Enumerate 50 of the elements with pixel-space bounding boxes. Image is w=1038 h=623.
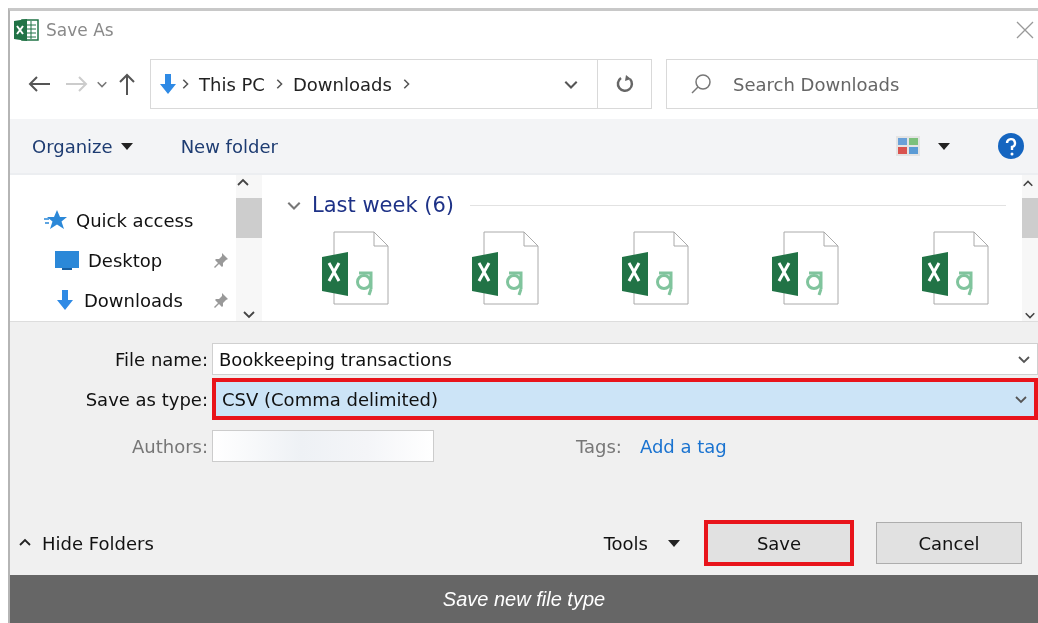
search-icon	[690, 73, 712, 95]
search-field[interactable]: Search Downloads	[666, 59, 1038, 109]
spreadsheet-app-icon	[14, 18, 40, 42]
scrollbar[interactable]	[236, 175, 262, 321]
dialog-button[interactable]: Cancel	[876, 522, 1022, 564]
navigation-item[interactable]: Quick access	[10, 207, 236, 233]
address-bar[interactable]: This PC Downloads	[150, 59, 598, 109]
close-icon[interactable]	[1016, 21, 1034, 39]
spreadsheet-file-icon	[920, 231, 990, 305]
window-title: Save As	[46, 20, 115, 40]
pin-icon	[212, 251, 230, 269]
navigation-item[interactable]: Desktop	[10, 247, 236, 273]
hide-folders-button[interactable]: Hide Folders	[18, 532, 604, 554]
refresh-button[interactable]	[598, 59, 652, 109]
field-label: Authors:	[130, 435, 209, 457]
spreadsheet-file-icon	[620, 231, 690, 305]
up-arrow-icon[interactable]	[118, 72, 136, 96]
forward-arrow-icon[interactable]	[65, 75, 89, 93]
tools-menu[interactable]: Tools	[603, 532, 680, 554]
field-label: Save as type:	[84, 388, 209, 410]
caret-icon	[668, 539, 680, 547]
new-folder-button[interactable]: New folder	[180, 135, 278, 157]
caret-icon	[120, 142, 133, 150]
caret-icon	[938, 142, 950, 150]
field-label: Tags:	[576, 435, 622, 457]
organize-menu[interactable]: Organize	[32, 135, 133, 157]
spreadsheet-file-icon	[320, 231, 390, 305]
dialog-button[interactable]: Save	[704, 520, 854, 566]
file-name-field[interactable]: Bookkeeping transactions	[212, 343, 1038, 375]
field-label: File name:	[114, 348, 209, 370]
breadcrumb[interactable]: This PC	[199, 73, 265, 95]
spreadsheet-file-icon	[770, 231, 840, 305]
navigation-item[interactable]: Downloads	[10, 287, 236, 313]
breadcrumb[interactable]: Downloads	[292, 73, 392, 95]
file-type-dropdown[interactable]: CSV (Comma delimited)	[212, 378, 1038, 420]
download-arrow-icon	[54, 289, 76, 311]
view-options-icon[interactable]	[896, 136, 920, 156]
spreadsheet-file-icon	[470, 231, 540, 305]
refresh-icon	[614, 74, 635, 94]
monitor-icon	[54, 249, 80, 271]
caption-bar: Save new file type	[10, 575, 1038, 623]
add-tag-link[interactable]: Add a tag	[639, 435, 727, 457]
pin-icon	[212, 291, 230, 309]
back-arrow-icon[interactable]	[27, 75, 51, 93]
help-icon[interactable]	[998, 133, 1024, 159]
authors-field[interactable]	[212, 430, 434, 462]
group-header[interactable]: Last week (6)	[312, 193, 455, 217]
download-arrow-icon	[157, 73, 179, 95]
star-icon	[44, 209, 68, 231]
scrollbar[interactable]	[1022, 175, 1038, 321]
